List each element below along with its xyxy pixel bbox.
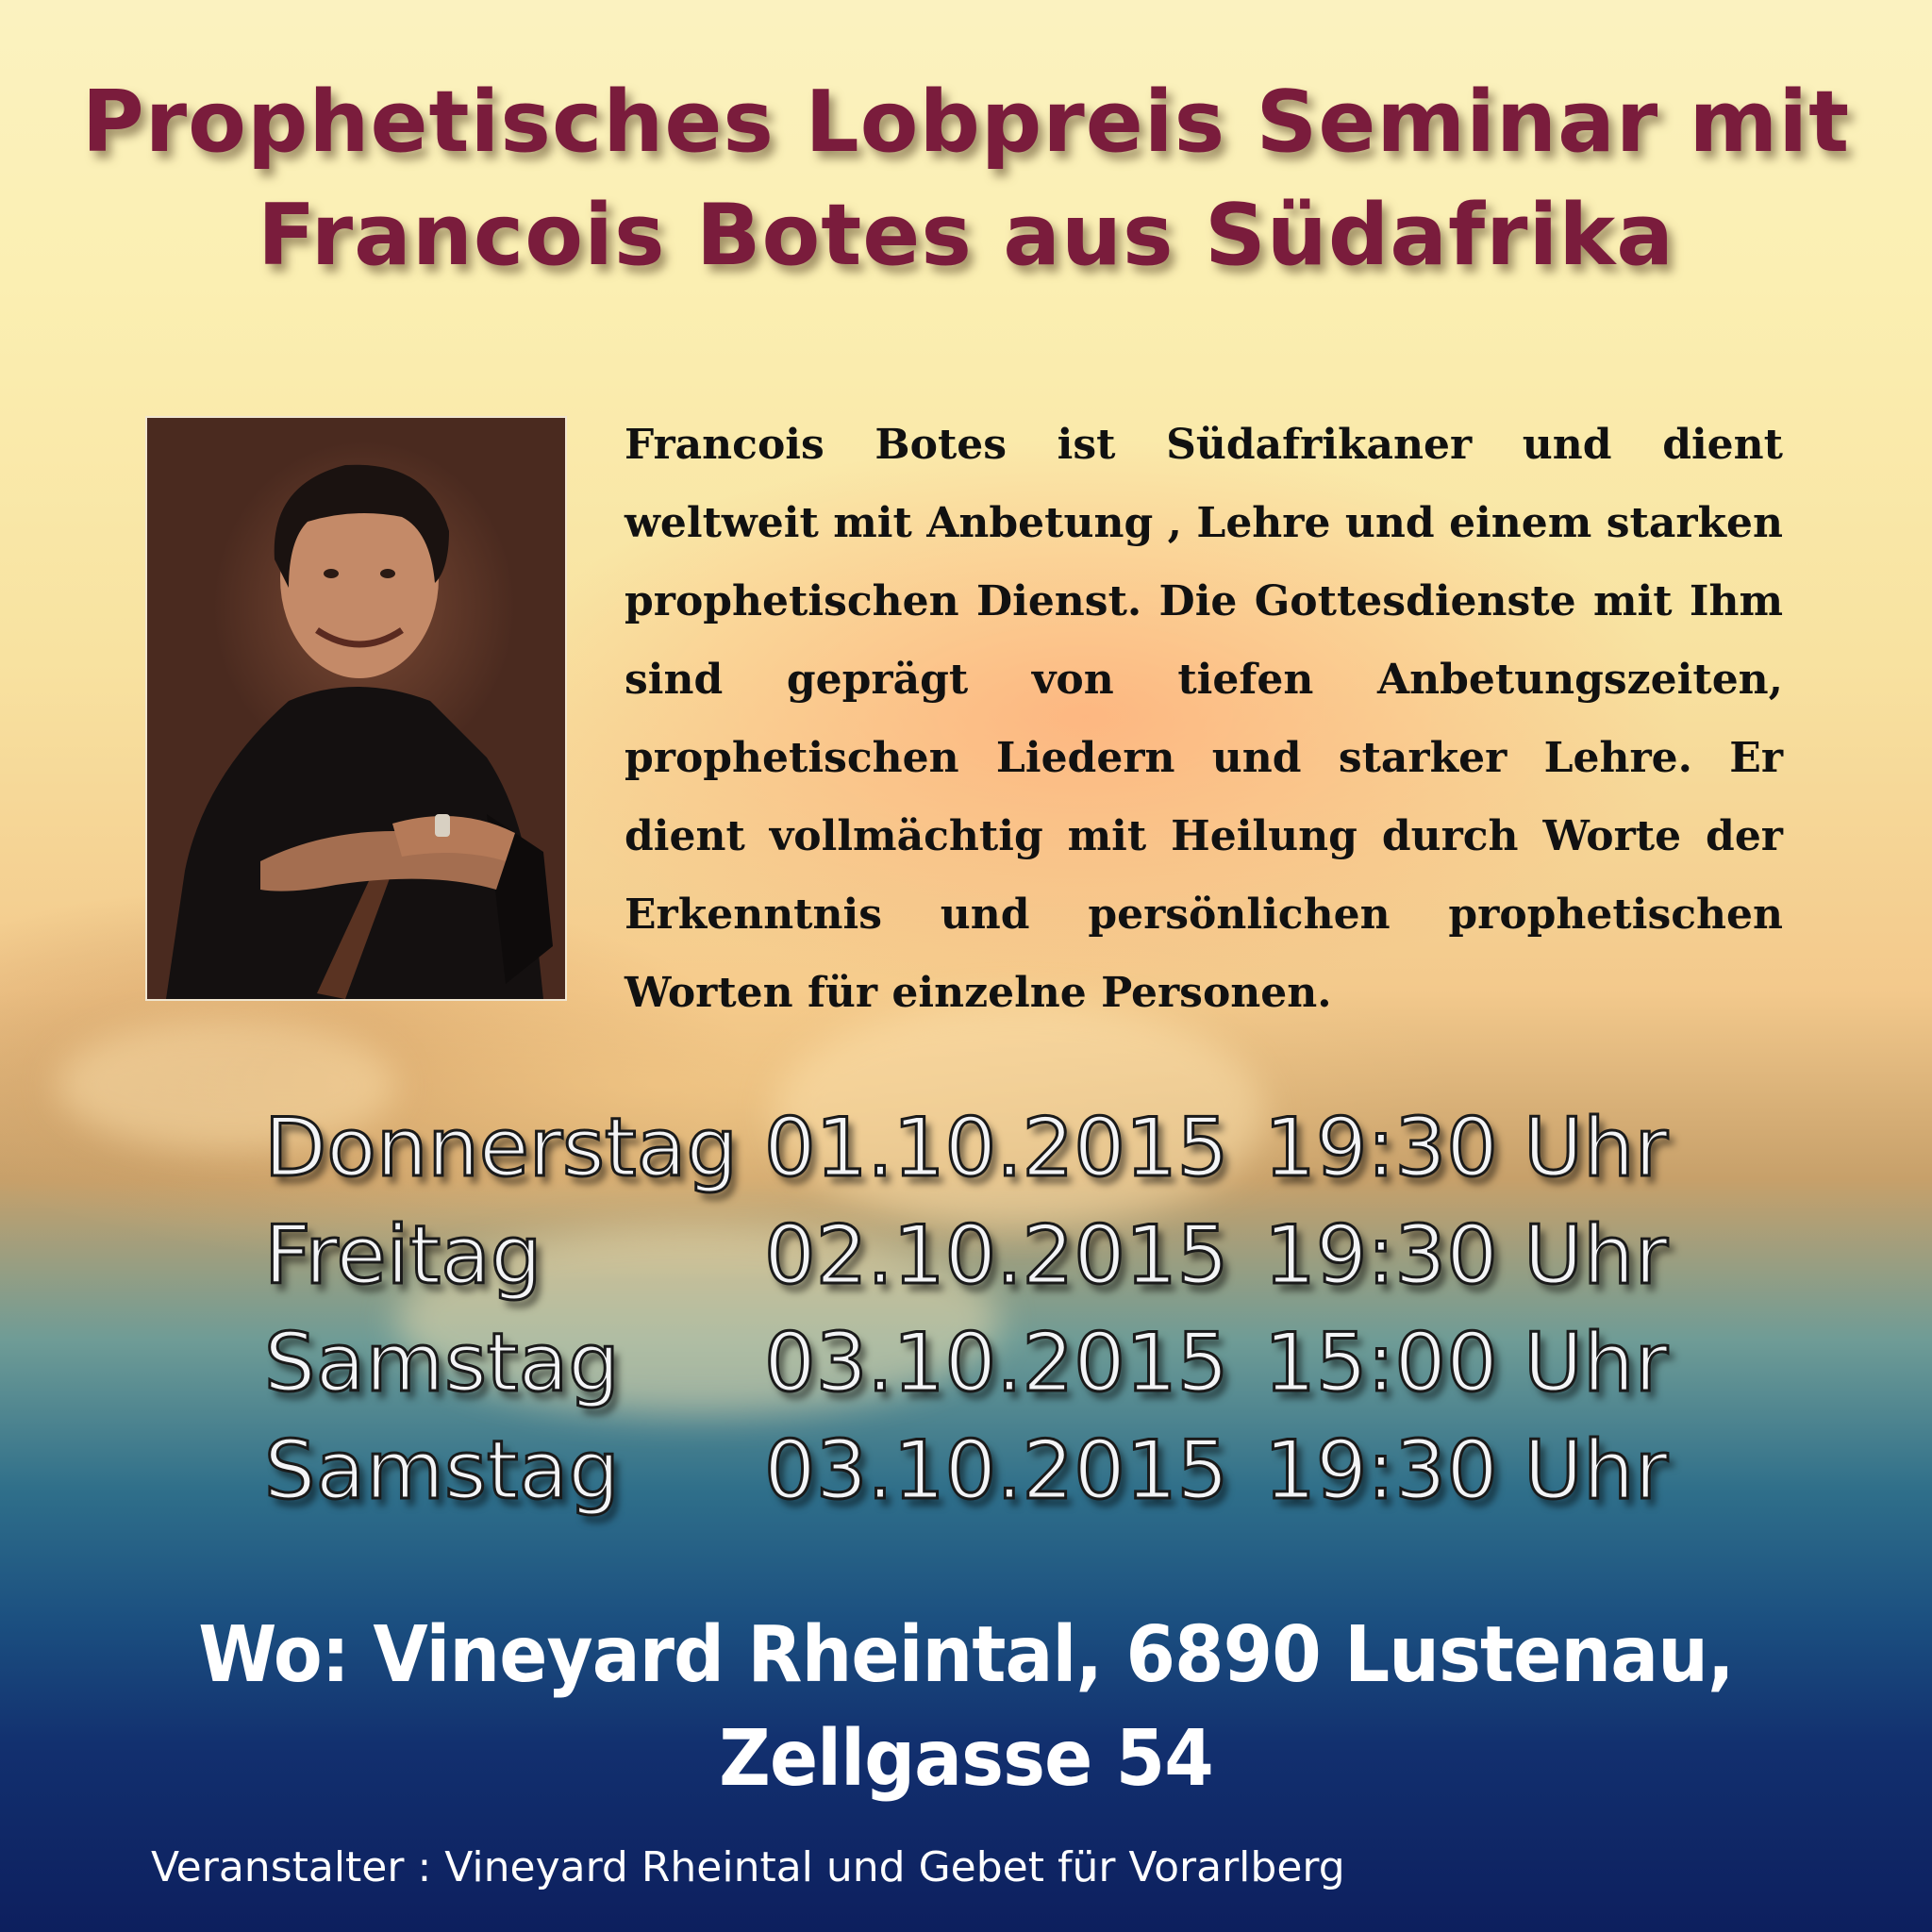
schedule-day: Donnerstag xyxy=(263,1100,740,1197)
venue-address: Wo: Vineyard Rheintal, 6890 Lustenau, Ze… xyxy=(198,1610,1734,1804)
schedule-date: 01.10.2015 xyxy=(762,1100,1229,1197)
schedule-row: Samstag 03.10.2015 19:30 Uhr xyxy=(263,1417,1736,1524)
schedule-date: 02.10.2015 xyxy=(762,1208,1229,1305)
schedule-time: 15:00 Uhr xyxy=(1263,1315,1670,1412)
schedule-time: 19:30 Uhr xyxy=(1263,1423,1670,1520)
page-title: Prophetisches Lobpreis Seminar mit Franc… xyxy=(0,66,1932,292)
schedule-day: Samstag xyxy=(263,1315,622,1412)
organizer-credit: Veranstalter : Vineyard Rheintal und Geb… xyxy=(151,1843,1345,1891)
schedule-row: Samstag 03.10.2015 15:00 Uhr xyxy=(263,1309,1736,1417)
schedule-date: 03.10.2015 xyxy=(762,1315,1229,1412)
schedule-time: 19:30 Uhr xyxy=(1263,1100,1670,1197)
schedule-row: Donnerstag 01.10.2015 19:30 Uhr xyxy=(263,1094,1736,1202)
event-schedule: Donnerstag 01.10.2015 19:30 Uhr Freitag … xyxy=(263,1094,1736,1524)
title-line-1: Prophetisches Lobpreis Seminar mit xyxy=(81,73,1851,172)
schedule-date: 03.10.2015 xyxy=(762,1423,1229,1520)
schedule-row: Freitag 02.10.2015 19:30 Uhr xyxy=(263,1202,1736,1309)
schedule-time: 19:30 Uhr xyxy=(1263,1208,1670,1305)
portrait-illustration xyxy=(166,464,553,999)
speaker-photo xyxy=(145,416,567,1001)
speaker-bio: Francois Botes ist Südafrikaner und dien… xyxy=(625,421,1783,1017)
schedule-day: Freitag xyxy=(263,1208,543,1305)
title-line-2: Francois Botes aus Südafrika xyxy=(258,186,1674,285)
schedule-day: Samstag xyxy=(263,1423,622,1520)
